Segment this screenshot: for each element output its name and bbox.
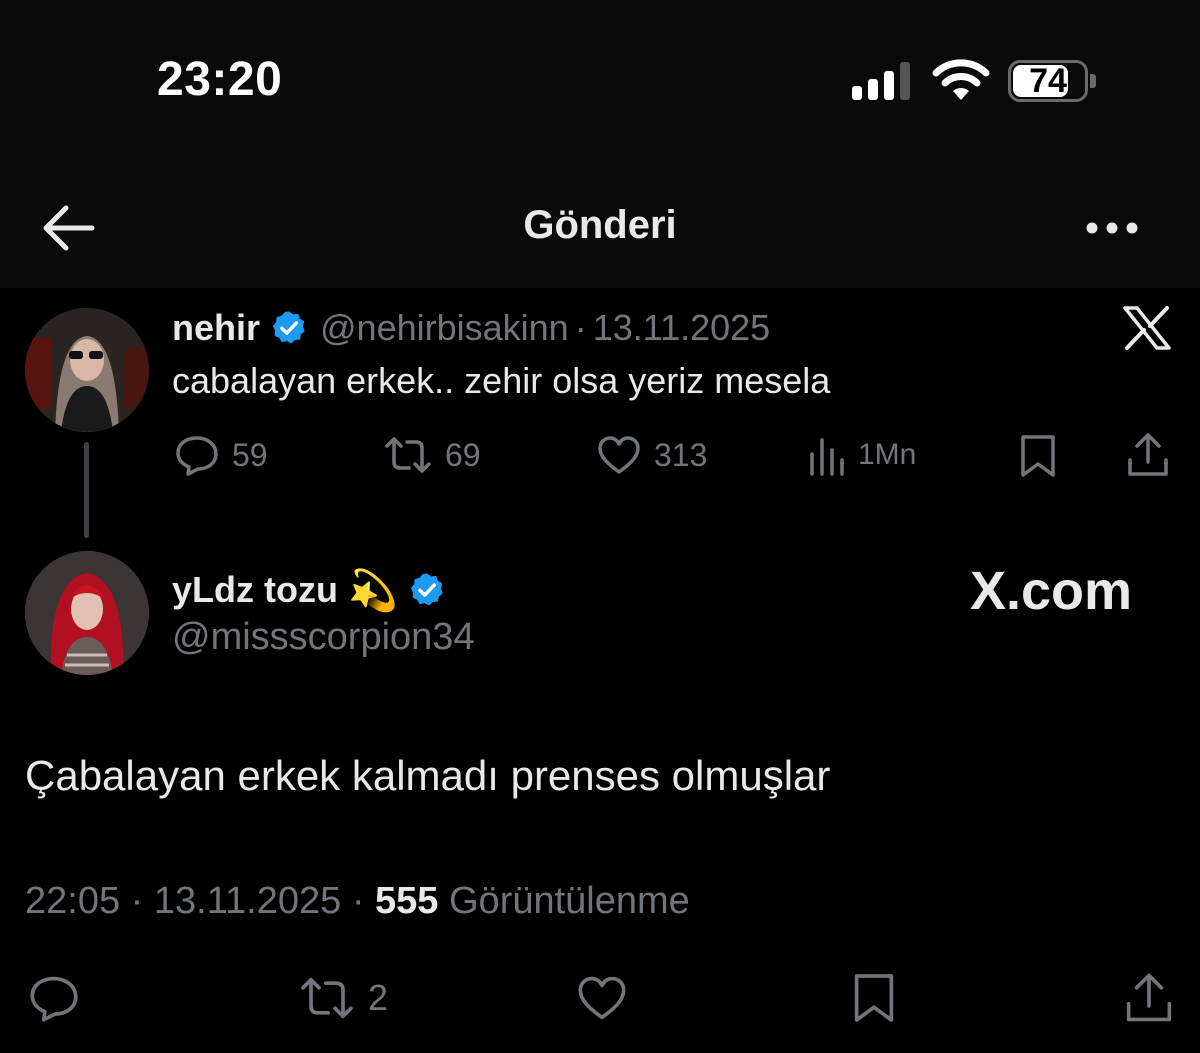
verified-icon bbox=[408, 571, 446, 609]
watermark: X.com bbox=[970, 561, 1133, 621]
repost-count: 69 bbox=[445, 436, 481, 473]
reply-icon bbox=[176, 436, 218, 476]
page-title: Gönderi bbox=[523, 203, 677, 247]
like-button[interactable] bbox=[575, 974, 629, 1022]
views-count: 555 bbox=[375, 880, 439, 922]
separator: · bbox=[130, 880, 144, 922]
avatar[interactable] bbox=[25, 551, 149, 675]
separator: · bbox=[351, 880, 365, 922]
repost-button[interactable]: 69 bbox=[383, 434, 481, 476]
verified-icon bbox=[270, 309, 308, 347]
wifi-icon bbox=[932, 58, 990, 102]
reply-button[interactable]: 59 bbox=[174, 434, 268, 476]
repost-count: 2 bbox=[368, 977, 389, 1018]
reply-count: 59 bbox=[232, 436, 268, 473]
bookmark-icon bbox=[854, 974, 894, 1022]
views-label: Görüntülenme bbox=[449, 880, 690, 922]
author-handle[interactable]: @nehirbisakinn bbox=[320, 307, 569, 349]
views-icon bbox=[810, 438, 844, 476]
thread-line bbox=[84, 442, 89, 538]
reply-button[interactable] bbox=[27, 974, 81, 1022]
bookmark-button[interactable] bbox=[1019, 434, 1057, 478]
tweet-header: nehir @nehirbisakinn · 13.11.2025 bbox=[172, 306, 770, 350]
bookmark-button[interactable] bbox=[852, 972, 896, 1024]
tweet-time: 22:05 bbox=[25, 880, 121, 922]
battery-level: 74 bbox=[1029, 62, 1067, 100]
signal-icon bbox=[852, 62, 912, 100]
battery-icon: 74 bbox=[1008, 60, 1096, 102]
like-button[interactable]: 313 bbox=[596, 434, 707, 476]
tweet-date: 13.11.2025 bbox=[153, 880, 342, 922]
more-button[interactable] bbox=[1080, 210, 1144, 246]
views-button[interactable]: 1Mn bbox=[808, 434, 916, 476]
reply-icon bbox=[30, 976, 78, 1022]
share-icon bbox=[1128, 433, 1168, 476]
more-icon bbox=[1086, 222, 1138, 234]
tweet-text: Çabalayan erkek kalmadı prenses olmuşlar bbox=[25, 752, 831, 799]
avatar[interactable] bbox=[25, 308, 149, 432]
share-icon bbox=[1126, 973, 1172, 1022]
share-button[interactable] bbox=[1124, 972, 1174, 1024]
tweet-text: cabalayan erkek.. zehir olsa yeriz mesel… bbox=[172, 360, 831, 401]
dizzy-emoji: 💫 bbox=[347, 568, 398, 613]
like-icon bbox=[578, 976, 626, 1020]
tweet-date[interactable]: 13.11.2025 bbox=[593, 307, 771, 349]
share-button[interactable] bbox=[1126, 432, 1170, 478]
repost-button[interactable]: 2 bbox=[298, 974, 388, 1022]
views-count: 1Mn bbox=[858, 438, 917, 471]
author-name[interactable]: nehir bbox=[172, 307, 260, 349]
bookmark-icon bbox=[1021, 435, 1055, 477]
like-icon bbox=[598, 436, 640, 474]
status-time: 23:20 bbox=[157, 53, 283, 106]
like-count: 313 bbox=[654, 436, 708, 473]
author-name[interactable]: yLdz tozu bbox=[172, 569, 338, 611]
tweet-header: yLdz tozu 💫 bbox=[172, 565, 446, 615]
repost-icon bbox=[301, 977, 353, 1019]
tweet-meta: 22:05 · 13.11.2025 · 555 Görüntülenme bbox=[25, 880, 690, 923]
author-handle[interactable]: @missscorpion34 bbox=[172, 616, 475, 659]
status-bar: 23:20 74 bbox=[0, 0, 1200, 170]
separator: · bbox=[574, 307, 587, 348]
repost-icon bbox=[385, 437, 431, 473]
x-logo-icon bbox=[1123, 306, 1171, 350]
